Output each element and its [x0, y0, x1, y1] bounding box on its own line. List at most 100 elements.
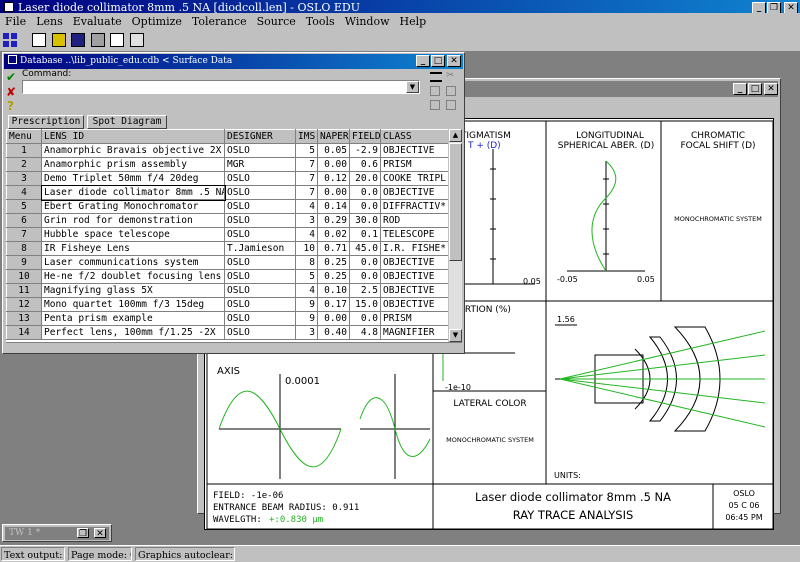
lens-table-container: Menu LENS ID DESIGNER IMS NAPER FIELD CL…: [6, 129, 448, 342]
table-row[interactable]: 11 Magnifying glass 5X OSLO 4 0.10 2.5 OBJECTI…: [6, 283, 448, 298]
check-icon[interactable]: ✔: [6, 70, 16, 84]
tab-prescription[interactable]: Prescription: [8, 115, 84, 129]
cell-menu[interactable]: 13: [6, 311, 42, 326]
table-row[interactable]: 4 Laser diode collimator 8mm .5 NA OSLO 7 0.…: [6, 184, 448, 201]
cell-menu[interactable]: 8: [6, 241, 42, 256]
edit-icon[interactable]: [110, 33, 124, 47]
cell-field: 0.0: [349, 199, 381, 214]
long-scale-left: -0.05: [557, 275, 578, 284]
command-label: Command:: [22, 69, 72, 79]
table-row[interactable]: 14 Perfect lens, 100mm f/1.25 -2X OSLO 3 0.4…: [6, 325, 448, 340]
cut-tool-icon[interactable]: ✂: [446, 70, 454, 81]
table-row[interactable]: 2 Anamorphic prism assembly MGR 7 0.00 0.6 PRI…: [6, 157, 448, 172]
table-row[interactable]: 8 IR Fisheye Lens T.Jamieson 10 0.71 45.0 I.R.…: [6, 241, 448, 256]
new-file-icon[interactable]: [32, 33, 46, 47]
db-close-icon[interactable]: ✕: [447, 55, 461, 67]
cell-lens-id: Anamorphic prism assembly: [41, 157, 225, 172]
cell-class: PRISM: [380, 311, 448, 326]
menu-help[interactable]: Help: [395, 13, 432, 31]
col-lens-id[interactable]: LENS ID: [41, 129, 225, 144]
cell-menu[interactable]: 2: [6, 157, 42, 172]
print-icon[interactable]: [90, 33, 105, 47]
analysis-close-icon[interactable]: ✕: [764, 83, 778, 95]
wave-label: WAVELGTH:: [213, 515, 262, 525]
scroll-up-button[interactable]: ▲: [449, 129, 462, 142]
table-row[interactable]: 12 Mono quartet 100mm f/3 15deg OSLO 9 0.17 1…: [6, 297, 448, 312]
find-tool-icon[interactable]: [446, 100, 456, 110]
command-dropdown-button[interactable]: ▼: [406, 81, 419, 93]
axis-label: AXIS: [217, 366, 240, 377]
col-ims[interactable]: IMS: [295, 129, 318, 144]
cell-menu[interactable]: 3: [6, 171, 42, 186]
chrom-note: MONOCHROMATIC SYSTEM: [674, 215, 762, 223]
col-designer[interactable]: DESIGNER: [224, 129, 296, 144]
cell-class: OBJECTIVE: [380, 185, 448, 200]
list-tool-icon[interactable]: [430, 72, 442, 82]
menu-tools[interactable]: Tools: [301, 13, 340, 31]
cell-menu[interactable]: 6: [6, 213, 42, 228]
cell-field: 0.1: [349, 227, 381, 242]
table-row[interactable]: 3 Demo Triplet 50mm f/4 20deg OSLO 7 0.12 20.…: [6, 171, 448, 186]
table-row[interactable]: 9 Laser communications system OSLO 8 0.25 0.0…: [6, 255, 448, 270]
col-naper[interactable]: NAPER: [317, 129, 350, 144]
grid-icon[interactable]: [3, 33, 17, 47]
cell-menu[interactable]: 7: [6, 227, 42, 242]
scroll-thumb[interactable]: [449, 143, 462, 261]
tw-close-icon[interactable]: ✕: [94, 528, 106, 539]
cell-lens-id: Anamorphic Bravais objective 2X: [41, 143, 225, 158]
cell-ims: 8: [295, 255, 318, 270]
menu-file[interactable]: File: [0, 13, 31, 31]
cell-menu[interactable]: 11: [6, 283, 42, 298]
table-row[interactable]: 13 Penta prism example OSLO 9 0.00 0.0 PRISM: [6, 311, 448, 326]
grid-tool-icon[interactable]: [430, 100, 440, 110]
table-row[interactable]: 5 Ebert Grating Monochromator OSLO 4 0.14 0.0…: [6, 199, 448, 214]
table-row[interactable]: 1 Anamorphic Bravais objective 2X OSLO 5 0.0…: [6, 143, 448, 158]
table-row[interactable]: 7 Hubble space telescope OSLO 4 0.02 0.1 TELES…: [6, 227, 448, 242]
table-row[interactable]: 10 He-ne f/2 doublet focusing lens OSLO 5 0.…: [6, 269, 448, 284]
cell-menu[interactable]: 4: [6, 185, 42, 200]
horizontal-scrollbar[interactable]: [6, 342, 462, 351]
tw-window[interactable]: TW 1 * ❐ ✕: [2, 524, 112, 542]
analysis-minimize-icon[interactable]: _: [733, 83, 747, 95]
copy-tool-icon[interactable]: [430, 86, 440, 96]
db-minimize-icon[interactable]: _: [416, 55, 430, 67]
cell-menu[interactable]: 1: [6, 143, 42, 158]
help-icon[interactable]: ?: [7, 99, 14, 113]
table-scrollbar[interactable]: ▲ ▼: [449, 129, 462, 342]
analysis-maximize-icon[interactable]: □: [748, 83, 762, 95]
cell-naper: 0.00: [317, 311, 350, 326]
table-row[interactable]: 6 Grin rod for demonstration OSLO 3 0.29 30.0…: [6, 213, 448, 228]
tw-restore-icon[interactable]: ❐: [77, 528, 89, 539]
menu-optimize[interactable]: Optimize: [127, 13, 187, 31]
menu-window[interactable]: Window: [340, 13, 395, 31]
cell-menu[interactable]: 5: [6, 199, 42, 214]
paste-tool-icon[interactable]: [446, 86, 456, 96]
cell-menu[interactable]: 9: [6, 255, 42, 270]
long-title-1: LONGITUDINAL: [576, 131, 644, 141]
col-menu[interactable]: Menu: [6, 129, 42, 144]
save-icon[interactable]: [71, 33, 85, 47]
menu-lens[interactable]: Lens: [31, 13, 68, 31]
long-title-2: SPHERICAL ABER. (D): [557, 141, 655, 151]
db-maximize-icon[interactable]: □: [431, 55, 445, 67]
menu-source[interactable]: Source: [252, 13, 301, 31]
wave-value: +:0.830 µm: [269, 515, 324, 525]
open-file-icon[interactable]: [51, 33, 66, 47]
col-class[interactable]: CLASS: [380, 129, 448, 144]
lateral-title: LATERAL COLOR: [453, 399, 527, 409]
cell-designer: OSLO: [224, 269, 296, 284]
menu-tolerance[interactable]: Tolerance: [187, 13, 252, 31]
grid-table-icon[interactable]: [129, 33, 144, 47]
scroll-down-button[interactable]: ▼: [449, 329, 462, 342]
cancel-icon[interactable]: ✘: [6, 85, 16, 99]
cell-menu[interactable]: 12: [6, 297, 42, 312]
cell-menu[interactable]: 14: [6, 325, 42, 340]
col-field[interactable]: FIELD: [349, 129, 381, 144]
menu-evaluate[interactable]: Evaluate: [68, 13, 127, 31]
cell-naper: 0.25: [317, 255, 350, 270]
cell-designer: OSLO: [224, 171, 296, 186]
cell-menu[interactable]: 10: [6, 269, 42, 284]
cell-ims: 3: [295, 325, 318, 340]
command-input[interactable]: [22, 80, 420, 94]
tab-spot-diagram[interactable]: Spot Diagram: [87, 115, 167, 129]
